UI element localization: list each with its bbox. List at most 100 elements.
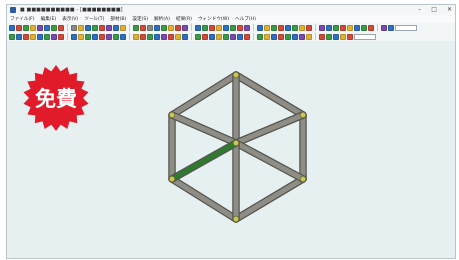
toolbar-tool-icon[interactable]: [71, 33, 77, 40]
toolbar-tool-icon[interactable]: [120, 33, 126, 40]
toolbar-tool-icon[interactable]: [257, 24, 263, 31]
toolbar-tool-icon[interactable]: [92, 33, 98, 40]
toolbar-tool-icon[interactable]: [326, 24, 332, 31]
menu-item[interactable]: ヘルプ(H): [235, 16, 256, 22]
toolbar-tool-icon[interactable]: [23, 24, 29, 31]
truss-member[interactable]: [233, 112, 306, 146]
toolbar-tool-icon[interactable]: [264, 24, 270, 31]
toolbar-tool-icon[interactable]: [175, 24, 181, 31]
toolbar-tool-icon[interactable]: [209, 33, 215, 40]
toolbar-tool-icon[interactable]: [161, 24, 167, 31]
toolbar-tool-icon[interactable]: [209, 24, 215, 31]
toolbar-tool-icon[interactable]: [257, 33, 263, 40]
toolbar-tool-icon[interactable]: [168, 33, 174, 40]
toolbar-tool-icon[interactable]: [37, 33, 43, 40]
close-icon[interactable]: ✕: [447, 6, 452, 13]
toolbar-tool-icon[interactable]: [113, 24, 119, 31]
toolbar-tool-icon[interactable]: [299, 24, 305, 31]
toolbar-tool-icon[interactable]: [347, 33, 353, 40]
selected-member[interactable]: [169, 140, 239, 182]
toolbar-tool-icon[interactable]: [244, 24, 250, 31]
toolbar-tool-icon[interactable]: [299, 33, 305, 40]
truss-node[interactable]: [168, 111, 176, 119]
toolbar-tool-icon[interactable]: [175, 33, 181, 40]
toolbar-tool-icon[interactable]: [202, 24, 208, 31]
toolbar-tool-icon[interactable]: [140, 24, 146, 31]
truss-node[interactable]: [299, 111, 307, 119]
menu-item[interactable]: ファイル(F): [10, 16, 35, 22]
menu-item[interactable]: 結果(R): [176, 16, 192, 22]
maximize-icon[interactable]: □: [431, 6, 437, 13]
toolbar-tool-icon[interactable]: [120, 24, 126, 31]
toolbar-tool-icon[interactable]: [51, 33, 57, 40]
truss-member[interactable]: [233, 140, 306, 182]
toolbar-tool-icon[interactable]: [361, 24, 367, 31]
toolbar-tool-icon[interactable]: [388, 24, 394, 31]
toolbar-tool-icon[interactable]: [354, 24, 360, 31]
toolbar-tool-icon[interactable]: [285, 33, 291, 40]
toolbar-tool-icon[interactable]: [113, 33, 119, 40]
toolbar-tool-icon[interactable]: [319, 33, 325, 40]
toolbar-tool-icon[interactable]: [347, 24, 353, 31]
toolbar-tool-icon[interactable]: [85, 33, 91, 40]
toolbar-tool-icon[interactable]: [147, 33, 153, 40]
truss-member[interactable]: [169, 112, 239, 146]
toolbar-tool-icon[interactable]: [237, 24, 243, 31]
truss-node[interactable]: [232, 215, 240, 223]
menu-item[interactable]: 設定(S): [132, 16, 148, 22]
menu-item[interactable]: 表示(V): [62, 16, 78, 22]
toolbar-tool-icon[interactable]: [216, 33, 222, 40]
toolbar-tool-icon[interactable]: [71, 24, 77, 31]
toolbar-tool-icon[interactable]: [106, 24, 112, 31]
toolbar-tool-icon[interactable]: [326, 33, 332, 40]
truss-member[interactable]: [233, 72, 306, 118]
toolbar-tool-icon[interactable]: [381, 24, 387, 31]
toolbar-tool-icon[interactable]: [99, 24, 105, 31]
truss-node[interactable]: [232, 139, 240, 147]
toolbar-tool-icon[interactable]: [195, 33, 201, 40]
truss-member[interactable]: [169, 176, 239, 222]
truss-node[interactable]: [168, 175, 176, 183]
toolbar-tool-icon[interactable]: [202, 33, 208, 40]
toolbar-tool-icon[interactable]: [16, 24, 22, 31]
toolbar-tool-icon[interactable]: [16, 33, 22, 40]
toolbar-tool-icon[interactable]: [306, 33, 312, 40]
toolbar-tool-icon[interactable]: [223, 33, 229, 40]
toolbar-tool-icon[interactable]: [182, 24, 188, 31]
toolbar-tool-icon[interactable]: [285, 24, 291, 31]
toolbar-tool-icon[interactable]: [333, 24, 339, 31]
toolbar-tool-icon[interactable]: [133, 24, 139, 31]
toolbar-tool-icon[interactable]: [85, 24, 91, 31]
toolbar-tool-icon[interactable]: [9, 33, 15, 40]
toolbar-tool-icon[interactable]: [78, 33, 84, 40]
truss-node[interactable]: [299, 175, 307, 183]
toolbar-tool-icon[interactable]: [154, 33, 160, 40]
menu-item[interactable]: 解析(A): [154, 16, 170, 22]
menu-item[interactable]: 部材(B): [110, 16, 126, 22]
toolbar-tool-icon[interactable]: [306, 24, 312, 31]
toolbar-tool-icon[interactable]: [278, 33, 284, 40]
toolbar-tool-icon[interactable]: [319, 24, 325, 31]
toolbar-tool-icon[interactable]: [23, 33, 29, 40]
menu-item[interactable]: ツール(T): [84, 16, 104, 22]
toolbar-tool-icon[interactable]: [271, 24, 277, 31]
toolbar-tool-icon[interactable]: [99, 33, 105, 40]
toolbar-tool-icon[interactable]: [30, 33, 36, 40]
truss-member[interactable]: [169, 72, 239, 118]
toolbar-tool-icon[interactable]: [133, 33, 139, 40]
toolbar-tool-icon[interactable]: [271, 33, 277, 40]
toolbar-tool-icon[interactable]: [92, 24, 98, 31]
toolbar-tool-icon[interactable]: [147, 24, 153, 31]
toolbar-tool-icon[interactable]: [106, 33, 112, 40]
toolbar-tool-icon[interactable]: [140, 33, 146, 40]
toolbar-tool-icon[interactable]: [58, 33, 64, 40]
toolbar-tool-icon[interactable]: [161, 33, 167, 40]
toolbar-tool-icon[interactable]: [78, 24, 84, 31]
toolbar-tool-icon[interactable]: [264, 33, 270, 40]
menu-item[interactable]: ウィンドウ(W): [198, 16, 229, 22]
toolbar-tool-icon[interactable]: [292, 33, 298, 40]
toolbar-tool-icon[interactable]: [292, 24, 298, 31]
toolbar-tool-icon[interactable]: [216, 24, 222, 31]
toolbar-tool-icon[interactable]: [154, 24, 160, 31]
truss-node[interactable]: [232, 71, 240, 79]
